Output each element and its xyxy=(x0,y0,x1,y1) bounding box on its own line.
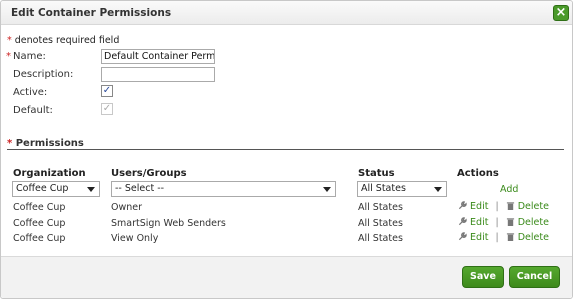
dialog-titlebar: Edit Container Permissions × xyxy=(1,1,572,25)
active-label: Active: xyxy=(13,87,48,98)
actions-separator: | xyxy=(495,232,499,243)
delete-link[interactable]: Delete xyxy=(518,232,549,243)
trash-icon xyxy=(506,233,514,241)
edit-link[interactable]: Edit xyxy=(470,232,488,243)
default-label: Default: xyxy=(13,105,53,116)
name-label: * Name: xyxy=(6,51,46,62)
status-select[interactable]: All States xyxy=(357,181,447,197)
description-label: Description: xyxy=(13,69,74,80)
header-organization: Organization xyxy=(13,168,86,179)
name-field[interactable]: Default Container Permissions xyxy=(101,49,215,64)
permissions-required-asterisk: * xyxy=(7,138,13,149)
required-note: * denotes required field xyxy=(7,35,119,46)
row-status: All States xyxy=(358,233,403,244)
description-field[interactable] xyxy=(101,67,215,82)
edit-container-permissions-dialog: Edit Container Permissions × * denotes r… xyxy=(0,0,573,299)
check-icon: ✓ xyxy=(102,103,112,114)
row-actions: Edit | Delete xyxy=(458,201,549,212)
trash-icon xyxy=(506,202,514,210)
delete-link[interactable]: Delete xyxy=(518,201,549,212)
row-users-groups: SmartSign Web Senders xyxy=(111,218,226,229)
row-actions: Edit | Delete xyxy=(458,217,549,228)
default-checkbox: ✓ xyxy=(101,103,113,115)
trash-icon xyxy=(506,218,514,226)
organization-select[interactable]: Coffee Cup xyxy=(12,181,100,197)
actions-separator: | xyxy=(495,201,499,212)
delete-link[interactable]: Delete xyxy=(518,217,549,228)
row-organization: Coffee Cup xyxy=(13,202,66,213)
add-permission-link[interactable]: Add xyxy=(500,184,518,195)
check-icon: ✓ xyxy=(102,85,112,96)
header-actions: Actions xyxy=(457,168,499,179)
users-groups-select[interactable]: -- Select -- xyxy=(111,181,336,197)
actions-separator: | xyxy=(495,217,499,228)
header-users-groups: Users/Groups xyxy=(111,168,187,179)
save-button[interactable]: Save xyxy=(462,266,504,288)
edit-link[interactable]: Edit xyxy=(470,217,488,228)
wrench-icon xyxy=(458,232,467,241)
row-users-groups: View Only xyxy=(111,233,159,244)
row-organization: Coffee Cup xyxy=(13,233,66,244)
wrench-icon xyxy=(458,201,467,210)
chevron-down-icon xyxy=(323,187,331,192)
section-divider xyxy=(7,149,564,150)
permissions-section-title: * Permissions xyxy=(7,138,84,149)
edit-link[interactable]: Edit xyxy=(470,201,488,212)
chevron-down-icon xyxy=(87,187,95,192)
header-status: Status xyxy=(358,168,395,179)
row-status: All States xyxy=(358,202,403,213)
row-organization: Coffee Cup xyxy=(13,218,66,229)
row-actions: Edit | Delete xyxy=(458,232,549,243)
row-users-groups: Owner xyxy=(111,202,143,213)
close-icon: × xyxy=(555,5,567,20)
active-checkbox[interactable]: ✓ xyxy=(101,85,113,97)
chevron-down-icon xyxy=(434,187,442,192)
close-button[interactable]: × xyxy=(553,5,569,21)
row-status: All States xyxy=(358,218,403,229)
dialog-title: Edit Container Permissions xyxy=(11,7,172,19)
required-note-text: denotes required field xyxy=(14,35,120,46)
required-asterisk: * xyxy=(7,35,12,46)
wrench-icon xyxy=(458,217,467,226)
name-required-asterisk: * xyxy=(6,51,11,62)
cancel-button[interactable]: Cancel xyxy=(509,266,560,288)
